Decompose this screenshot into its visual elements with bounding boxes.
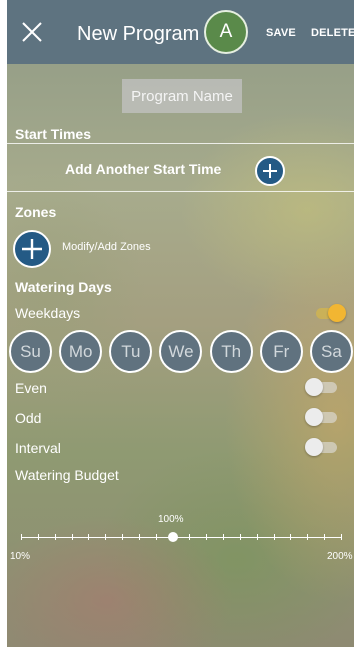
- interval-label: Interval: [15, 440, 61, 456]
- watering-days-label: Watering Days: [15, 279, 112, 295]
- start-times-label: Start Times: [15, 126, 91, 142]
- interval-toggle[interactable]: [305, 437, 339, 457]
- plus-icon: [263, 164, 277, 178]
- budget-slider-thumb[interactable]: [167, 532, 178, 542]
- slider-tick: [37, 534, 39, 540]
- toggle-knob: [305, 378, 323, 396]
- budget-value-label: 100%: [158, 514, 184, 525]
- slider-tick: [307, 534, 309, 540]
- day-button-tu[interactable]: Tu: [109, 330, 153, 373]
- slider-tick: [290, 534, 292, 540]
- program-screen: New Program A SAVE DELETE Start Times Ad…: [7, 0, 354, 647]
- add-zone-button[interactable]: [13, 230, 51, 268]
- day-button-we[interactable]: We: [159, 330, 203, 373]
- slider-tick: [105, 534, 107, 540]
- day-button-mo[interactable]: Mo: [59, 330, 103, 373]
- slider-tick: [88, 534, 90, 540]
- weekdays-label: Weekdays: [15, 305, 81, 321]
- slider-tick: [71, 534, 73, 540]
- even-label: Even: [15, 380, 47, 396]
- app-header: New Program A SAVE DELETE: [7, 0, 354, 64]
- budget-min-label: 10%: [10, 551, 31, 562]
- weekdays-toggle[interactable]: [312, 303, 346, 323]
- divider: [7, 191, 354, 192]
- slider-tick: [341, 534, 342, 540]
- day-button-fr[interactable]: Fr: [259, 330, 303, 373]
- budget-max-label: 200%: [327, 551, 353, 562]
- slider-tick: [138, 534, 140, 540]
- program-name-input[interactable]: [122, 79, 242, 113]
- toggle-knob: [305, 438, 323, 456]
- slider-tick: [273, 534, 275, 540]
- zones-label: Zones: [15, 204, 57, 220]
- slider-tick: [223, 534, 225, 540]
- page-title: New Program: [77, 23, 200, 45]
- toggle-knob: [305, 408, 323, 426]
- avatar[interactable]: A: [204, 10, 248, 54]
- add-start-time-button[interactable]: [255, 156, 285, 186]
- toggle-knob: [328, 304, 346, 322]
- slider-tick: [122, 534, 124, 540]
- slider-tick: [256, 534, 258, 540]
- divider: [7, 143, 354, 144]
- slider-tick: [239, 534, 241, 540]
- delete-button[interactable]: DELETE: [311, 27, 354, 39]
- plus-icon: [22, 239, 42, 259]
- day-button-sa[interactable]: Sa: [309, 330, 353, 373]
- watering-budget-label: Watering Budget: [15, 467, 119, 483]
- odd-label: Odd: [15, 410, 42, 426]
- day-button-su[interactable]: Su: [9, 330, 52, 373]
- slider-tick: [324, 534, 326, 540]
- modify-zones-label[interactable]: Modify/Add Zones: [62, 241, 151, 253]
- close-icon[interactable]: [21, 21, 43, 43]
- add-start-time-label[interactable]: Add Another Start Time: [65, 161, 221, 177]
- slider-tick: [54, 534, 56, 540]
- save-button[interactable]: SAVE: [266, 27, 296, 39]
- odd-toggle[interactable]: [305, 407, 339, 427]
- slider-tick: [189, 534, 191, 540]
- slider-tick: [206, 534, 208, 540]
- slider-tick: [155, 534, 157, 540]
- day-selector: Su Mo Tu We Th Fr Sa: [9, 330, 353, 374]
- budget-slider-track[interactable]: [21, 537, 341, 538]
- day-button-th[interactable]: Th: [209, 330, 253, 373]
- even-toggle[interactable]: [305, 377, 339, 397]
- slider-tick: [21, 534, 22, 540]
